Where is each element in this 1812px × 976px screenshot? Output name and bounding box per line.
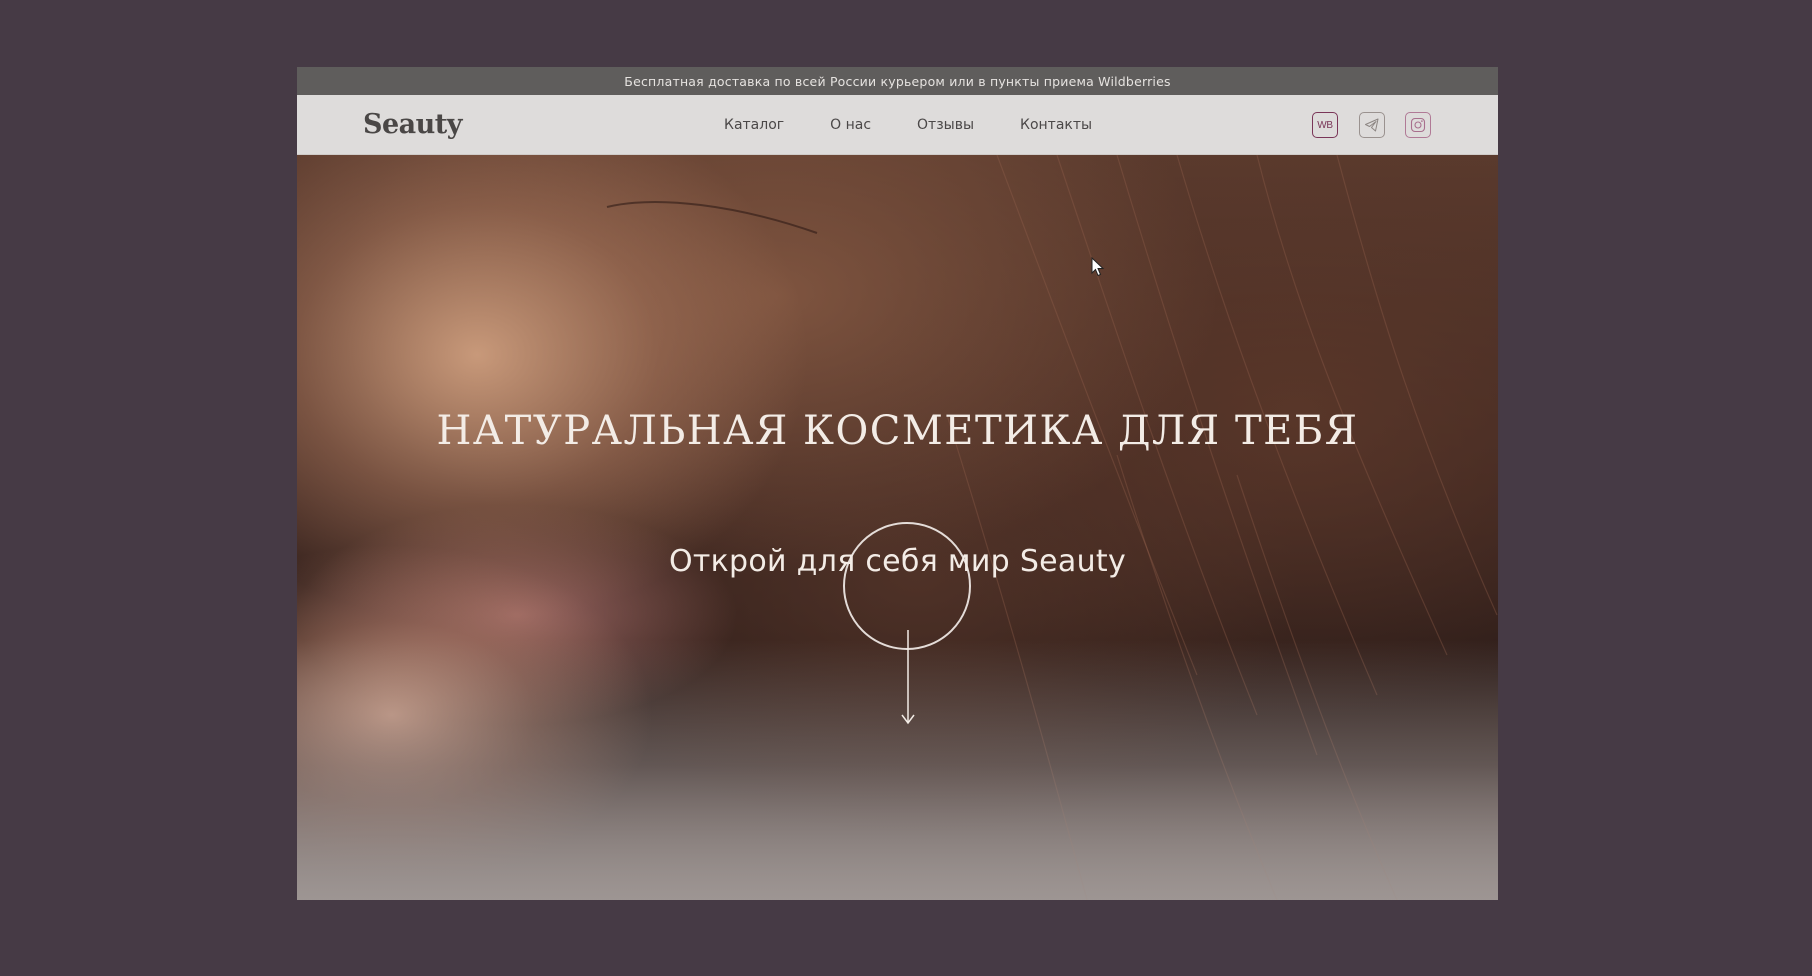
brand-logo[interactable]: Seauty [363,109,462,140]
hero-subtitle: Открой для себя мир Seauty [668,544,1127,579]
promo-bar: Бесплатная доставка по всей России курье… [297,67,1498,95]
promo-text: Бесплатная доставка по всей России курье… [624,73,1171,89]
site-header: Seauty Каталог О нас Отзывы Контакты WB [297,95,1498,155]
site-frame: Бесплатная доставка по всей России курье… [297,67,1498,900]
nav-item-contacts[interactable]: Контакты [1020,117,1092,133]
nav-item-about[interactable]: О нас [830,117,871,133]
mouse-cursor-icon [1091,257,1105,277]
instagram-icon[interactable] [1405,112,1431,138]
hero-title: НАТУРАЛЬНАЯ КОСМЕТИКА ДЛЯ ТЕБЯ [436,407,1359,454]
hero-section: НАТУРАЛЬНАЯ КОСМЕТИКА ДЛЯ ТЕБЯ Открой дл… [297,155,1498,900]
telegram-icon[interactable] [1359,112,1385,138]
wildberries-label: WB [1317,119,1333,131]
nav-item-catalog[interactable]: Каталог [724,117,784,133]
wildberries-icon[interactable]: WB [1312,112,1338,138]
main-nav: Каталог О нас Отзывы Контакты [724,95,1138,154]
arrow-down-icon[interactable] [898,630,918,726]
nav-item-reviews[interactable]: Отзывы [917,117,974,133]
